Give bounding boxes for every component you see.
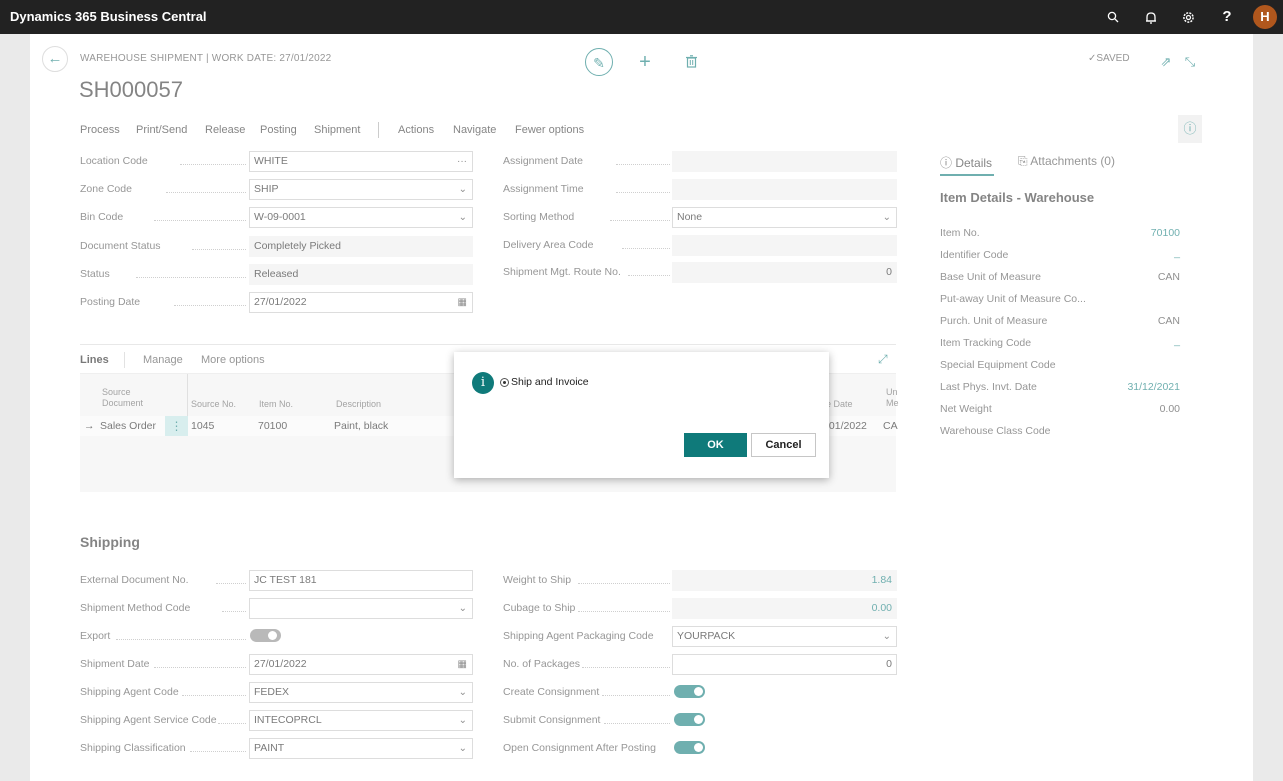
info-icon: i [472,372,494,394]
ok-button[interactable]: OK [684,433,747,457]
help-icon[interactable]: ? [1219,9,1235,25]
search-icon[interactable] [1105,9,1121,25]
avatar[interactable]: H [1253,5,1277,29]
app-title[interactable]: Dynamics 365 Business Central [10,9,207,24]
ship-and-invoice-option-label[interactable]: Ship and Invoice [511,376,589,388]
bell-icon[interactable] [1143,9,1159,25]
cancel-button[interactable]: Cancel [751,433,816,457]
top-bar: Dynamics 365 Business Central ? H [0,0,1283,34]
ship-and-invoice-radio[interactable] [500,378,509,387]
gear-icon[interactable] [1180,9,1196,25]
post-options-dialog: i Ship and Invoice OK Cancel [454,352,829,478]
